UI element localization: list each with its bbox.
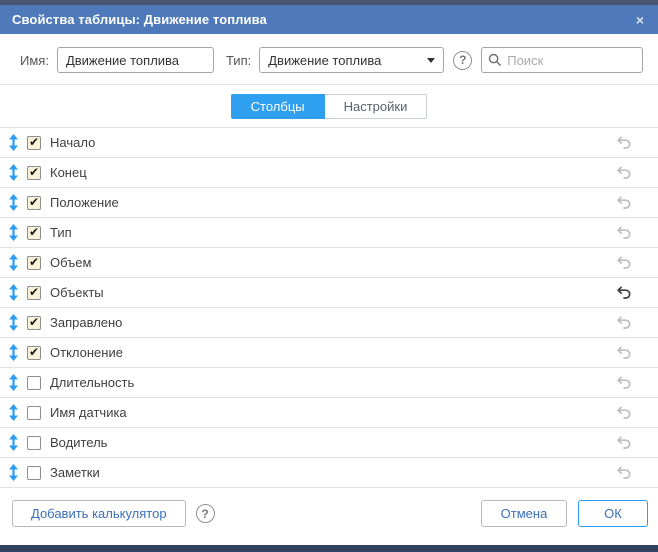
column-row: Имя датчика bbox=[0, 398, 658, 428]
column-checkbox[interactable] bbox=[27, 406, 41, 420]
table-properties-dialog: Свойства таблицы: Движение топлива × Имя… bbox=[0, 0, 658, 552]
column-checkbox[interactable] bbox=[27, 196, 41, 210]
column-label: Имя датчика bbox=[50, 405, 127, 420]
cancel-button[interactable]: Отмена bbox=[481, 500, 567, 527]
column-label: Заправлено bbox=[50, 315, 122, 330]
undo-icon[interactable] bbox=[616, 345, 632, 360]
column-row: Заправлено bbox=[0, 308, 658, 338]
drag-handle-icon[interactable] bbox=[8, 224, 19, 241]
column-checkbox[interactable] bbox=[27, 166, 41, 180]
column-label: Положение bbox=[50, 195, 119, 210]
column-checkbox[interactable] bbox=[27, 346, 41, 360]
help-icon[interactable]: ? bbox=[453, 51, 472, 70]
column-checkbox[interactable] bbox=[27, 256, 41, 270]
chevron-down-icon bbox=[427, 58, 435, 63]
column-row: Отклонение bbox=[0, 338, 658, 368]
drag-handle-icon[interactable] bbox=[8, 254, 19, 271]
tab-columns[interactable]: Столбцы bbox=[231, 94, 325, 119]
column-label: Длительность bbox=[50, 375, 134, 390]
type-select-value: Движение топлива bbox=[268, 53, 381, 68]
column-checkbox[interactable] bbox=[27, 316, 41, 330]
column-row: Длительность bbox=[0, 368, 658, 398]
undo-icon[interactable] bbox=[616, 135, 632, 150]
type-label: Тип: bbox=[226, 53, 251, 68]
column-checkbox[interactable] bbox=[27, 436, 41, 450]
column-row: Тип bbox=[0, 218, 658, 248]
column-checkbox[interactable] bbox=[27, 286, 41, 300]
column-row: Конец bbox=[0, 158, 658, 188]
drag-handle-icon[interactable] bbox=[8, 344, 19, 361]
dialog-titlebar: Свойства таблицы: Движение топлива × bbox=[0, 5, 658, 34]
undo-icon[interactable] bbox=[616, 405, 632, 420]
column-row: Начало bbox=[0, 128, 658, 158]
undo-icon[interactable] bbox=[616, 165, 632, 180]
name-input[interactable] bbox=[57, 47, 214, 73]
column-checkbox[interactable] bbox=[27, 226, 41, 240]
column-checkbox[interactable] bbox=[27, 466, 41, 480]
search-icon bbox=[488, 53, 502, 67]
column-row: Объекты bbox=[0, 278, 658, 308]
drag-handle-icon[interactable] bbox=[8, 164, 19, 181]
undo-icon[interactable] bbox=[616, 285, 632, 300]
column-row: Объем bbox=[0, 248, 658, 278]
column-label: Водитель bbox=[50, 435, 107, 450]
column-row: Заметки bbox=[0, 458, 658, 488]
column-label: Заметки bbox=[50, 465, 100, 480]
undo-icon[interactable] bbox=[616, 225, 632, 240]
column-label: Объем bbox=[50, 255, 91, 270]
undo-icon[interactable] bbox=[616, 195, 632, 210]
name-label: Имя: bbox=[20, 53, 49, 68]
search-box[interactable] bbox=[481, 47, 643, 73]
undo-icon[interactable] bbox=[616, 375, 632, 390]
drag-handle-icon[interactable] bbox=[8, 404, 19, 421]
column-label: Начало bbox=[50, 135, 95, 150]
tab-settings[interactable]: Настройки bbox=[325, 94, 428, 119]
drag-handle-icon[interactable] bbox=[8, 134, 19, 151]
column-checkbox[interactable] bbox=[27, 376, 41, 390]
column-label: Объекты bbox=[50, 285, 104, 300]
search-input[interactable] bbox=[507, 53, 636, 68]
help-icon-footer[interactable]: ? bbox=[196, 504, 215, 523]
dialog-title: Свойства таблицы: Движение топлива bbox=[12, 12, 267, 27]
form-row: Имя: Тип: Движение топлива ? bbox=[0, 34, 658, 85]
tabs-bar: Столбцы Настройки bbox=[0, 85, 658, 128]
drag-handle-icon[interactable] bbox=[8, 194, 19, 211]
column-label: Конец bbox=[50, 165, 87, 180]
undo-icon[interactable] bbox=[616, 465, 632, 480]
add-calculator-button[interactable]: Добавить калькулятор bbox=[12, 500, 186, 527]
column-row: Водитель bbox=[0, 428, 658, 458]
columns-list: Начало Конец bbox=[0, 128, 658, 488]
dialog-footer: Добавить калькулятор ? Отмена ОК bbox=[0, 488, 658, 545]
column-row: Положение bbox=[0, 188, 658, 218]
undo-icon[interactable] bbox=[616, 435, 632, 450]
column-checkbox[interactable] bbox=[27, 136, 41, 150]
undo-icon[interactable] bbox=[616, 255, 632, 270]
drag-handle-icon[interactable] bbox=[8, 464, 19, 481]
drag-handle-icon[interactable] bbox=[8, 284, 19, 301]
background-strip-bottom bbox=[0, 545, 658, 552]
column-label: Отклонение bbox=[50, 345, 123, 360]
drag-handle-icon[interactable] bbox=[8, 434, 19, 451]
close-icon[interactable]: × bbox=[636, 13, 644, 27]
type-select[interactable]: Движение топлива bbox=[259, 47, 444, 73]
ok-button[interactable]: ОК bbox=[578, 500, 648, 527]
drag-handle-icon[interactable] bbox=[8, 374, 19, 391]
column-label: Тип bbox=[50, 225, 72, 240]
undo-icon[interactable] bbox=[616, 315, 632, 330]
drag-handle-icon[interactable] bbox=[8, 314, 19, 331]
